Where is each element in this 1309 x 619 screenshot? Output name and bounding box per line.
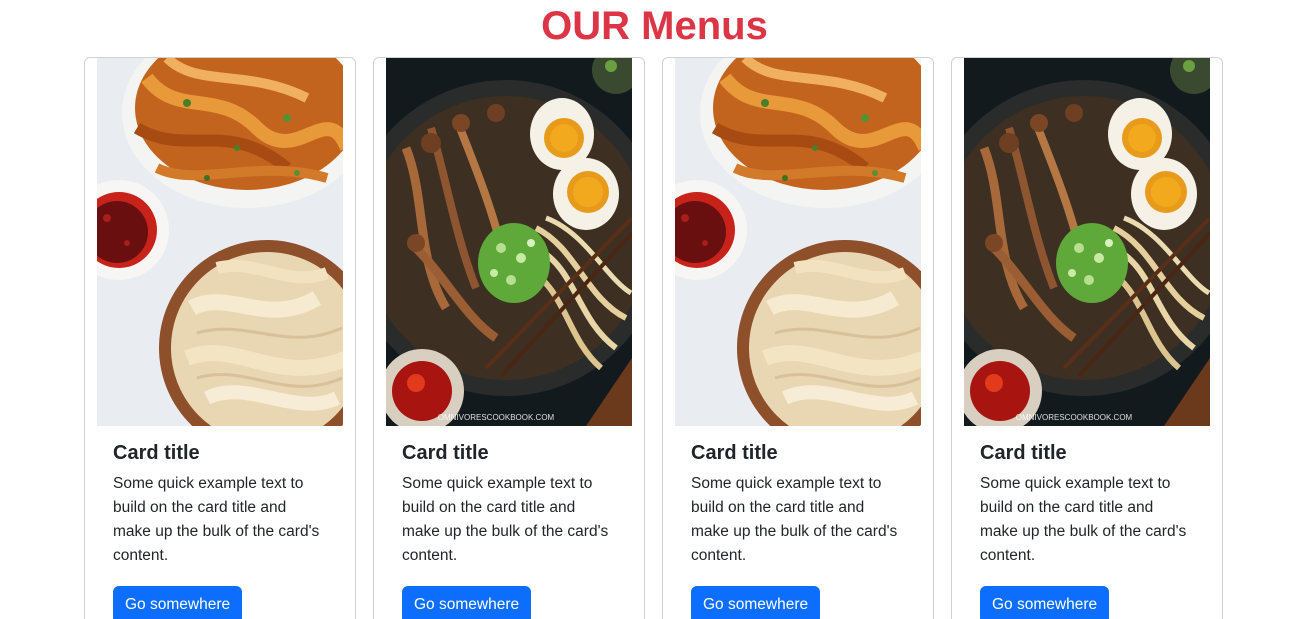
card-title: Card title (402, 442, 489, 464)
card-title: Card title (980, 442, 1067, 464)
card-title: Card title (691, 442, 778, 464)
page-title: OUR Menus (541, 4, 768, 48)
go-somewhere-button[interactable]: Go somewhere (980, 586, 1110, 619)
card-image-biang-biang-noodles (675, 58, 921, 426)
image-watermark: OMNIVORESCOOKBOOK.COM (438, 413, 555, 422)
menu-card: OMNIVORESCOOKBOOK.COM Card title Some qu… (951, 57, 1223, 619)
menu-card: OMNIVORESCOOKBOOK.COM Card title Some qu… (373, 57, 645, 619)
menu-card: Card title Some quick example text to bu… (662, 57, 934, 619)
card-text: Some quick example text to build on the … (113, 475, 320, 564)
page: OUR Menus Card title Some quick example … (0, 0, 1309, 619)
card-image-biang-biang-noodles (97, 58, 343, 426)
card-title: Card title (113, 442, 200, 464)
card-image-mushroom-ramen: OMNIVORESCOOKBOOK.COM (964, 58, 1210, 426)
card-body: Card title Some quick example text to bu… (691, 438, 906, 619)
menu-card: Card title Some quick example text to bu… (84, 57, 356, 619)
card-text: Some quick example text to build on the … (691, 475, 898, 564)
card-body: Card title Some quick example text to bu… (402, 438, 617, 619)
card-body: Card title Some quick example text to bu… (980, 438, 1195, 619)
go-somewhere-button[interactable]: Go somewhere (691, 586, 821, 619)
go-somewhere-button[interactable]: Go somewhere (402, 586, 532, 619)
card-body: Card title Some quick example text to bu… (113, 438, 328, 619)
card-image-mushroom-ramen: OMNIVORESCOOKBOOK.COM (386, 58, 632, 426)
card-text: Some quick example text to build on the … (402, 475, 609, 564)
go-somewhere-button[interactable]: Go somewhere (113, 586, 243, 619)
image-watermark: OMNIVORESCOOKBOOK.COM (1016, 413, 1133, 422)
card-text: Some quick example text to build on the … (980, 475, 1187, 564)
